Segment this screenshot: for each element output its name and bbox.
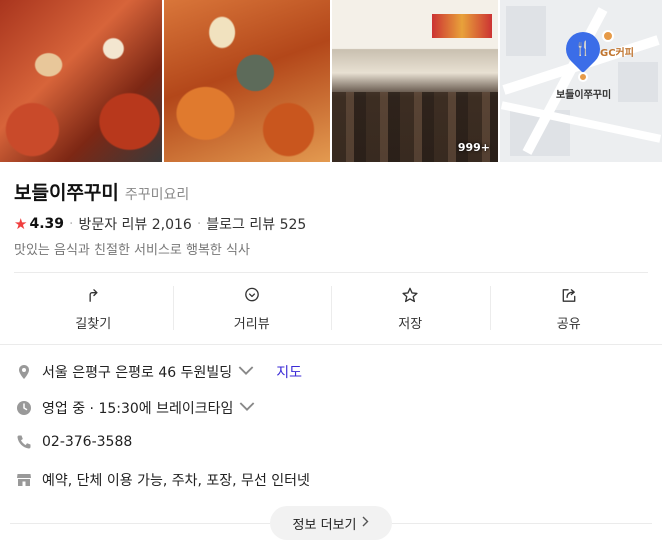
photo-gallery: 999+ GC커피 🍴 보들이쭈꾸미: [0, 0, 662, 162]
address-text[interactable]: 서울 은평구 은평로 46 두원빌딩: [42, 362, 232, 382]
utensils-icon: 🍴: [574, 41, 592, 57]
food-photo-1[interactable]: [0, 0, 162, 162]
directions-icon: [89, 289, 98, 302]
street-view-icon: [244, 287, 259, 302]
location-pin-icon: [19, 365, 29, 379]
place-description: 맛있는 음식과 친절한 서비스로 행복한 식사: [14, 243, 250, 258]
more-info-label: 정보 더보기: [292, 517, 357, 533]
phone-row: 02-376-3588: [16, 434, 132, 450]
chevron-down-icon[interactable]: [238, 363, 264, 382]
star-rating-icon: ★: [14, 215, 28, 233]
map-block: [506, 6, 546, 56]
directions-button[interactable]: 길찾기: [14, 284, 173, 332]
share-label: 공유: [556, 317, 581, 332]
share-icon: [562, 289, 576, 302]
map-link[interactable]: 지도: [276, 362, 302, 382]
map-nearby-label: GC커피: [600, 48, 634, 59]
place-marker-icon: [578, 72, 588, 82]
share-button[interactable]: 공유: [489, 284, 649, 332]
address-row: 서울 은평구 은평로 46 두원빌딩 지도: [16, 362, 302, 382]
food-photo-2[interactable]: [164, 0, 330, 162]
directions-label: 길찾기: [75, 317, 112, 332]
hours-text[interactable]: 영업 중 · 15:30에 브레이크타임: [42, 398, 233, 418]
amenities-text: 예약, 단체 이용 가능, 주차, 포장, 무선 인터넷: [42, 473, 310, 489]
amenities-row: 예약, 단체 이용 가능, 주차, 포장, 무선 인터넷: [16, 470, 310, 490]
photo-count-badge: 999+: [457, 141, 490, 154]
rating-row: ★ 4.39 · 방문자 리뷰 2,016 · 블로그 리뷰 525: [14, 214, 306, 234]
star-icon: [402, 287, 418, 303]
divider: [0, 344, 662, 345]
phone-icon: [17, 435, 31, 449]
map-place-label: 보들이쭈꾸미: [556, 90, 612, 101]
street-view-button[interactable]: 거리뷰: [172, 284, 332, 332]
more-info-button[interactable]: 정보 더보기: [270, 506, 392, 540]
map-block: [618, 62, 658, 102]
chevron-right-icon: [362, 516, 369, 531]
separator-dot: ·: [69, 216, 74, 232]
separator-dot: ·: [196, 216, 202, 232]
place-header: 보들이쭈꾸미 주꾸미요리: [14, 178, 189, 205]
store-icon: [17, 474, 31, 486]
hours-row: 영업 중 · 15:30에 브레이크타임: [16, 398, 265, 418]
interior-photo[interactable]: 999+: [332, 0, 498, 162]
action-bar: 길찾기 거리뷰 저장 공유: [14, 284, 648, 332]
menu-board: [432, 14, 492, 38]
save-button[interactable]: 저장: [331, 284, 490, 332]
place-name: 보들이쭈꾸미: [14, 182, 119, 204]
street-view-label: 거리뷰: [233, 317, 270, 332]
cafe-marker-icon: [602, 30, 614, 42]
visitor-reviews-link[interactable]: 방문자 리뷰 2,016: [78, 214, 191, 234]
divider: [14, 272, 648, 273]
clock-icon: [17, 401, 31, 415]
map-thumbnail[interactable]: GC커피 🍴 보들이쭈꾸미: [500, 0, 662, 162]
chevron-down-icon[interactable]: [239, 399, 265, 418]
place-category: 주꾸미요리: [124, 187, 190, 203]
rating-score: 4.39: [29, 216, 64, 232]
save-label: 저장: [398, 317, 423, 332]
blog-reviews-link[interactable]: 블로그 리뷰 525: [206, 214, 306, 234]
phone-number[interactable]: 02-376-3588: [42, 434, 132, 450]
